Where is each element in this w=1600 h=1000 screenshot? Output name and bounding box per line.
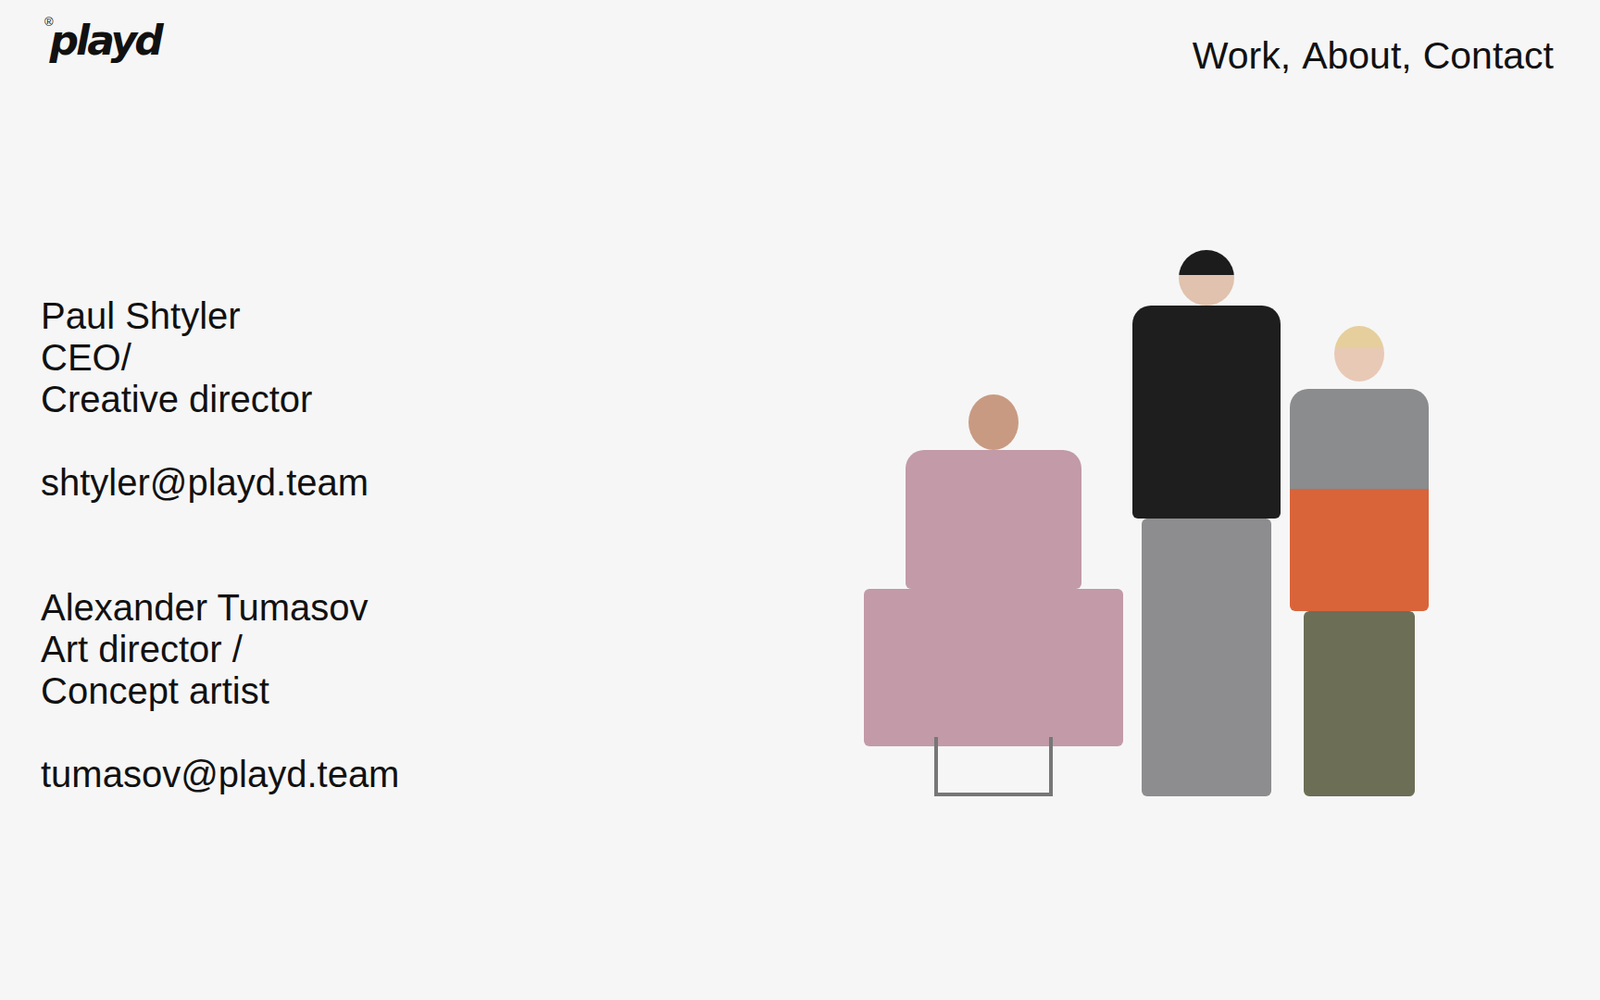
nav-link[interactable]: About,: [1301, 33, 1413, 78]
contact-name: Paul Shtyler: [40, 295, 838, 338]
model-figure: [1132, 250, 1281, 797]
contact-role: CEO/: [40, 337, 838, 379]
contact-name: Alexander Tumasov: [40, 587, 838, 629]
nav: Work,About,Contact: [1192, 12, 1554, 78]
contact-role: Art director /: [40, 628, 838, 671]
header: ®playd Work,About,Contact: [0, 0, 1600, 78]
contact-card: Paul ShtylerCEO/Creative director shtyler…: [40, 295, 838, 504]
team-photo: [837, 166, 1455, 899]
contact-card: Alexander TumasovArt director /Concept a…: [40, 587, 838, 796]
contact-role: Concept artist: [40, 670, 838, 713]
main: Paul ShtylerCEO/Creative director shtyler…: [0, 166, 1600, 899]
contact-list: Paul ShtylerCEO/Creative director shtyler…: [0, 166, 838, 899]
nav-link[interactable]: Work,: [1192, 33, 1291, 78]
model-figure: [1289, 325, 1429, 797]
model-figure: [863, 394, 1124, 797]
contact-email[interactable]: shtyler@playd.team: [40, 462, 838, 504]
contact-email[interactable]: tumasov@playd.team: [40, 753, 838, 796]
logo[interactable]: ®playd: [44, 12, 162, 69]
logo-text: playd: [50, 12, 162, 69]
contact-role: Creative director: [40, 378, 838, 421]
contact-page: ®playd Work,About,Contact Paul ShtylerCEO/…: [0, 0, 1600, 1000]
nav-link[interactable]: Contact: [1423, 33, 1554, 78]
